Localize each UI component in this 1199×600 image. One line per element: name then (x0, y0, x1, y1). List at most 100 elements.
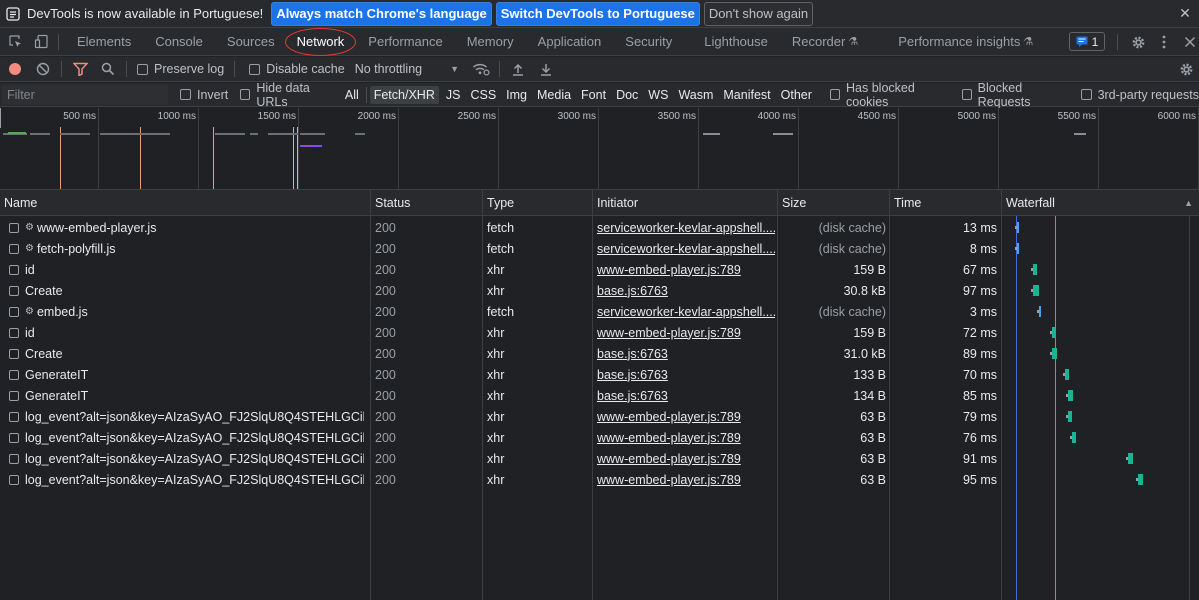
more-options-icon[interactable] (1151, 29, 1177, 55)
invert-box[interactable] (180, 89, 191, 100)
request-initiator-link[interactable]: www-embed-player.js:789 (597, 259, 775, 280)
row-checkbox[interactable] (9, 285, 19, 296)
column-header-time[interactable]: Time (890, 190, 1001, 216)
column-header-status[interactable]: Status (371, 190, 482, 216)
request-initiator-link[interactable]: serviceworker-kevlar-appshell.... (597, 238, 775, 259)
throttling-select[interactable]: No throttling ▼ (355, 62, 459, 76)
close-infobar-icon[interactable]: ✕ (1177, 5, 1193, 21)
row-checkbox[interactable] (9, 243, 19, 254)
request-initiator-link[interactable]: base.js:6763 (597, 343, 775, 364)
type-filter-js[interactable]: JS (442, 86, 465, 104)
type-filter-font[interactable]: Font (577, 86, 610, 104)
waterfall-bar[interactable] (1067, 390, 1073, 401)
table-row[interactable]: id 200 xhr www-embed-player.js:789 159 B 72 m… (0, 322, 1199, 343)
waterfall-bar[interactable] (1064, 369, 1070, 380)
request-name-cell[interactable]: ⚙ fetch-polyfill.js (9, 238, 364, 259)
row-checkbox[interactable] (9, 264, 19, 275)
request-name-cell[interactable]: id (9, 322, 364, 343)
table-row[interactable]: log_event?alt=json&key=AIzaSyAO_FJ2SlqU8… (0, 406, 1199, 427)
type-filter-doc[interactable]: Doc (612, 86, 642, 104)
tab-network[interactable]: Network (284, 27, 356, 56)
row-checkbox[interactable] (9, 411, 19, 422)
table-row[interactable]: ⚙ fetch-polyfill.js 200 fetch serviceworker-… (0, 238, 1199, 259)
tab-console[interactable]: Console (147, 28, 211, 56)
type-filter-manifest[interactable]: Manifest (719, 86, 774, 104)
column-header-name[interactable]: Name (0, 190, 370, 216)
disable-cache-box[interactable] (249, 63, 261, 75)
table-row[interactable]: log_event?alt=json&key=AIzaSyAO_FJ2SlqU8… (0, 427, 1199, 448)
preserve-log-box[interactable] (137, 63, 148, 75)
waterfall-bar[interactable] (1051, 348, 1057, 359)
network-overview-timeline[interactable]: 500 ms 1000 ms 1500 ms 2000 ms 2500 ms 3000 m… (0, 108, 1199, 190)
table-row[interactable]: log_event?alt=json&key=AIzaSyAO_FJ2SlqU8… (0, 448, 1199, 469)
row-checkbox[interactable] (9, 390, 19, 401)
request-initiator-link[interactable]: www-embed-player.js:789 (597, 427, 775, 448)
disable-cache-checkbox[interactable]: Disable cache (249, 62, 345, 76)
table-row[interactable]: ⚙ embed.js 200 fetch serviceworker-kevlar-ap… (0, 301, 1199, 322)
third-party-requests-box[interactable] (1080, 89, 1092, 100)
clear-icon[interactable] (29, 57, 57, 81)
row-checkbox[interactable] (9, 348, 19, 359)
row-checkbox[interactable] (9, 369, 19, 380)
has-blocked-cookies-checkbox[interactable]: Has blocked cookies (829, 81, 950, 109)
column-header-type[interactable]: Type (483, 190, 592, 216)
filter-funnel-icon[interactable] (66, 57, 94, 81)
table-row[interactable]: ⚙ www-embed-player.js 200 fetch serviceworke… (0, 217, 1199, 238)
table-row[interactable]: log_event?alt=json&key=AIzaSyAO_FJ2SlqU8… (0, 469, 1199, 490)
record-icon[interactable] (1, 57, 29, 81)
column-header-size[interactable]: Size (778, 190, 889, 216)
blocked-requests-checkbox[interactable]: Blocked Requests (961, 81, 1069, 109)
tab-application[interactable]: Application (530, 28, 610, 56)
request-initiator-link[interactable]: www-embed-player.js:789 (597, 322, 775, 343)
request-initiator-link[interactable]: base.js:6763 (597, 364, 775, 385)
type-filter-media[interactable]: Media (533, 86, 575, 104)
request-name-cell[interactable]: log_event?alt=json&key=AIzaSyAO_FJ2SlqU8… (9, 469, 364, 490)
type-filter-css[interactable]: CSS (466, 86, 500, 104)
inspect-element-icon[interactable] (2, 29, 28, 55)
request-name-cell[interactable]: log_event?alt=json&key=AIzaSyAO_FJ2SlqU8… (9, 427, 364, 448)
invert-checkbox[interactable]: Invert (180, 88, 228, 102)
waterfall-bar[interactable] (1016, 243, 1019, 254)
row-checkbox[interactable] (9, 432, 19, 443)
switch-to-portuguese-button[interactable]: Switch DevTools to Portuguese (495, 1, 700, 26)
tab-memory[interactable]: Memory (459, 28, 522, 56)
tab-recorder[interactable]: Recorder ⚗ (784, 28, 866, 56)
waterfall-bar[interactable] (1038, 306, 1041, 317)
row-checkbox[interactable] (9, 306, 19, 317)
request-name-cell[interactable]: id (9, 259, 364, 280)
type-filter-all[interactable]: All (341, 86, 363, 104)
waterfall-bar[interactable] (1137, 474, 1144, 485)
tab-sources[interactable]: Sources (219, 28, 283, 56)
request-name-cell[interactable]: GenerateIT (9, 385, 364, 406)
hide-data-urls-box[interactable] (240, 89, 251, 100)
request-name-cell[interactable]: log_event?alt=json&key=AIzaSyAO_FJ2SlqU8… (9, 448, 364, 469)
waterfall-bar[interactable] (1051, 327, 1056, 338)
waterfall-bar[interactable] (1127, 453, 1134, 464)
request-name-cell[interactable]: ⚙ embed.js (9, 301, 364, 322)
type-filter-other[interactable]: Other (777, 86, 816, 104)
row-checkbox[interactable] (9, 474, 19, 485)
hide-data-urls-checkbox[interactable]: Hide data URLs (240, 81, 336, 109)
tab-security[interactable]: Security (617, 28, 680, 56)
request-name-cell[interactable]: GenerateIT (9, 364, 364, 385)
settings-gear-icon[interactable] (1125, 29, 1151, 55)
request-initiator-link[interactable]: www-embed-player.js:789 (597, 448, 775, 469)
request-initiator-link[interactable]: serviceworker-kevlar-appshell.... (597, 301, 775, 322)
network-conditions-wifi-icon[interactable] (467, 57, 495, 81)
table-row[interactable]: id 200 xhr www-embed-player.js:789 159 B 67 m… (0, 259, 1199, 280)
type-filter-fetch-xhr[interactable]: Fetch/XHR (369, 85, 439, 104)
waterfall-bar[interactable] (1033, 285, 1039, 296)
has-blocked-cookies-box[interactable] (829, 89, 841, 100)
tab-elements[interactable]: Elements (69, 28, 139, 56)
row-checkbox[interactable] (9, 453, 19, 464)
table-row[interactable]: GenerateIT 200 xhr base.js:6763 133 B 70 ms (0, 364, 1199, 385)
column-header-waterfall[interactable]: Waterfall ▲ (1002, 190, 1199, 216)
export-har-icon[interactable] (532, 57, 560, 81)
dont-show-again-button[interactable]: Don't show again (703, 1, 814, 26)
waterfall-bar[interactable] (1071, 432, 1077, 443)
issues-counter-button[interactable]: 1 (1069, 32, 1105, 51)
network-settings-gear-icon[interactable] (1172, 57, 1199, 81)
tab-performance-insights[interactable]: Performance insights ⚗ (890, 28, 1041, 56)
request-name-cell[interactable]: Create (9, 343, 364, 364)
table-row[interactable]: Create 200 xhr base.js:6763 31.0 kB 89 ms (0, 343, 1199, 364)
